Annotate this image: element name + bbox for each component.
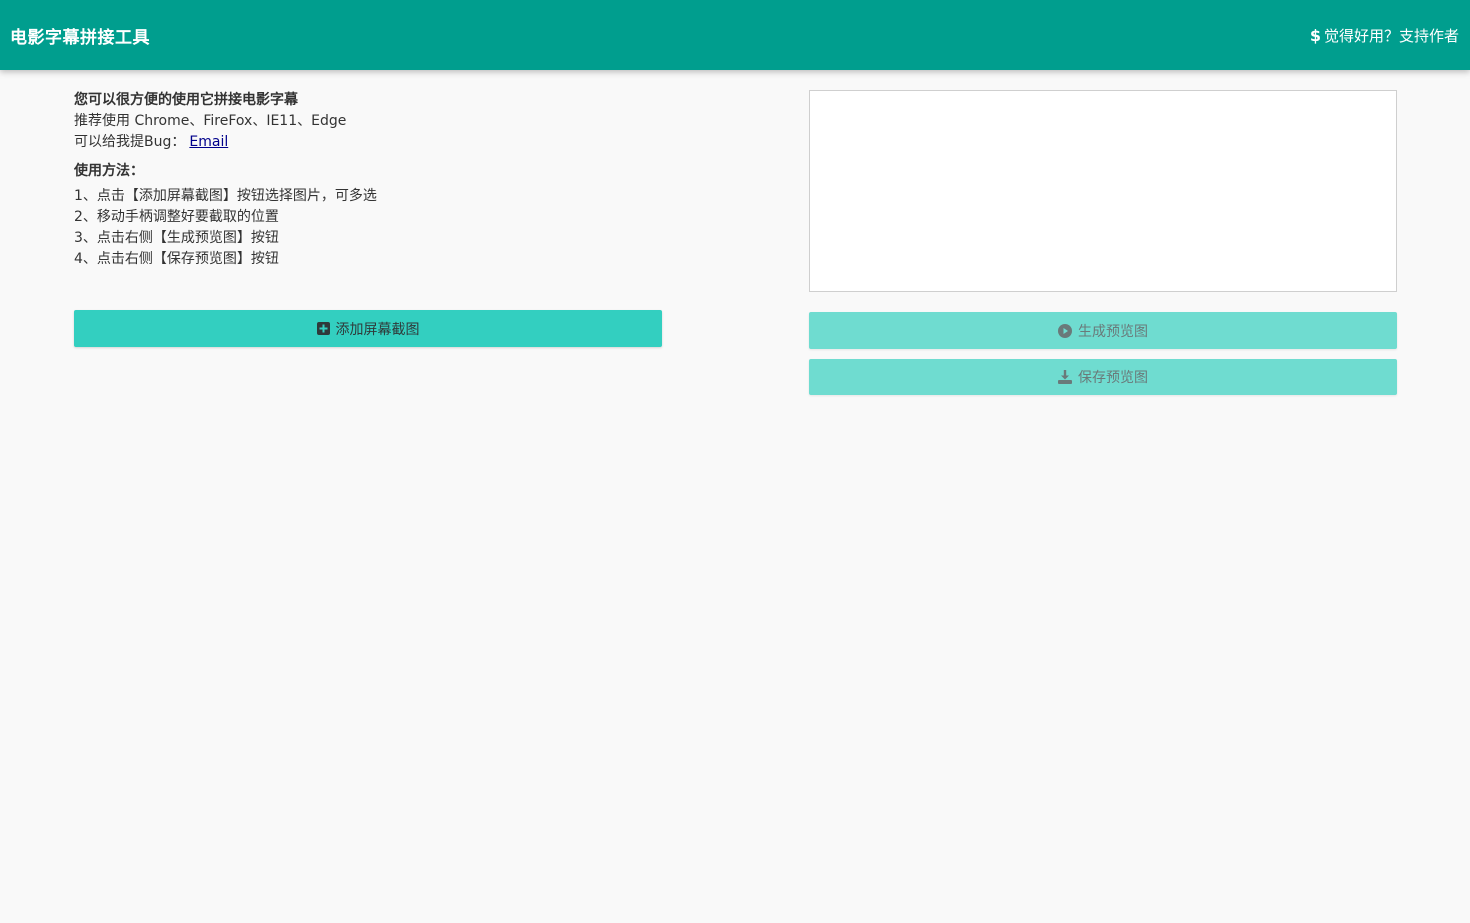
browser-recommendation: 推荐使用 Chrome、FireFox、IE11、Edge bbox=[74, 113, 347, 129]
plus-square-icon bbox=[316, 322, 330, 335]
add-screenshot-label: 添加屏幕截图 bbox=[335, 321, 420, 338]
bug-report-prefix: 可以给我提Bug： bbox=[74, 134, 186, 150]
generate-preview-label: 生成预览图 bbox=[1078, 323, 1148, 340]
usage-step: 3、点击右侧【生成预览图】按钮 bbox=[74, 230, 279, 246]
bug-report-line: 可以给我提Bug： Email bbox=[74, 132, 662, 153]
app-title: 电影字幕拼接工具 bbox=[10, 27, 150, 48]
usage-step: 4、点击右侧【保存预览图】按钮 bbox=[74, 251, 279, 267]
generate-preview-button[interactable]: 生成预览图 bbox=[809, 312, 1397, 349]
instructions-panel: 您可以很方便的使用它拼接电影字幕 推荐使用 Chrome、FireFox、IE1… bbox=[74, 90, 662, 270]
save-preview-button[interactable]: 保存预览图 bbox=[809, 359, 1397, 395]
play-circle-icon bbox=[1058, 323, 1072, 338]
preview-canvas bbox=[809, 90, 1397, 292]
add-screenshot-button[interactable]: 添加屏幕截图 bbox=[74, 310, 662, 347]
support-author-label: 觉得好用？支持作者 bbox=[1323, 26, 1459, 45]
download-icon bbox=[1058, 370, 1072, 384]
dollar-icon: $ bbox=[1309, 25, 1321, 45]
usage-step: 2、移动手柄调整好要截取的位置 bbox=[74, 209, 279, 225]
save-preview-label: 保存预览图 bbox=[1078, 370, 1148, 386]
support-author-link[interactable]: $ 觉得好用？支持作者 bbox=[1310, 25, 1459, 46]
usage-step: 1、点击【添加屏幕截图】按钮选择图片，可多选 bbox=[74, 188, 377, 204]
intro-headline: 您可以很方便的使用它拼接电影字幕 bbox=[74, 92, 298, 108]
usage-steps: 1、点击【添加屏幕截图】按钮选择图片，可多选 2、移动手柄调整好要截取的位置 3… bbox=[74, 186, 662, 270]
navbar: 电影字幕拼接工具 $ 觉得好用？支持作者 bbox=[0, 0, 1470, 70]
usage-title: 使用方法： bbox=[74, 163, 144, 179]
email-link[interactable]: Email bbox=[189, 134, 228, 150]
